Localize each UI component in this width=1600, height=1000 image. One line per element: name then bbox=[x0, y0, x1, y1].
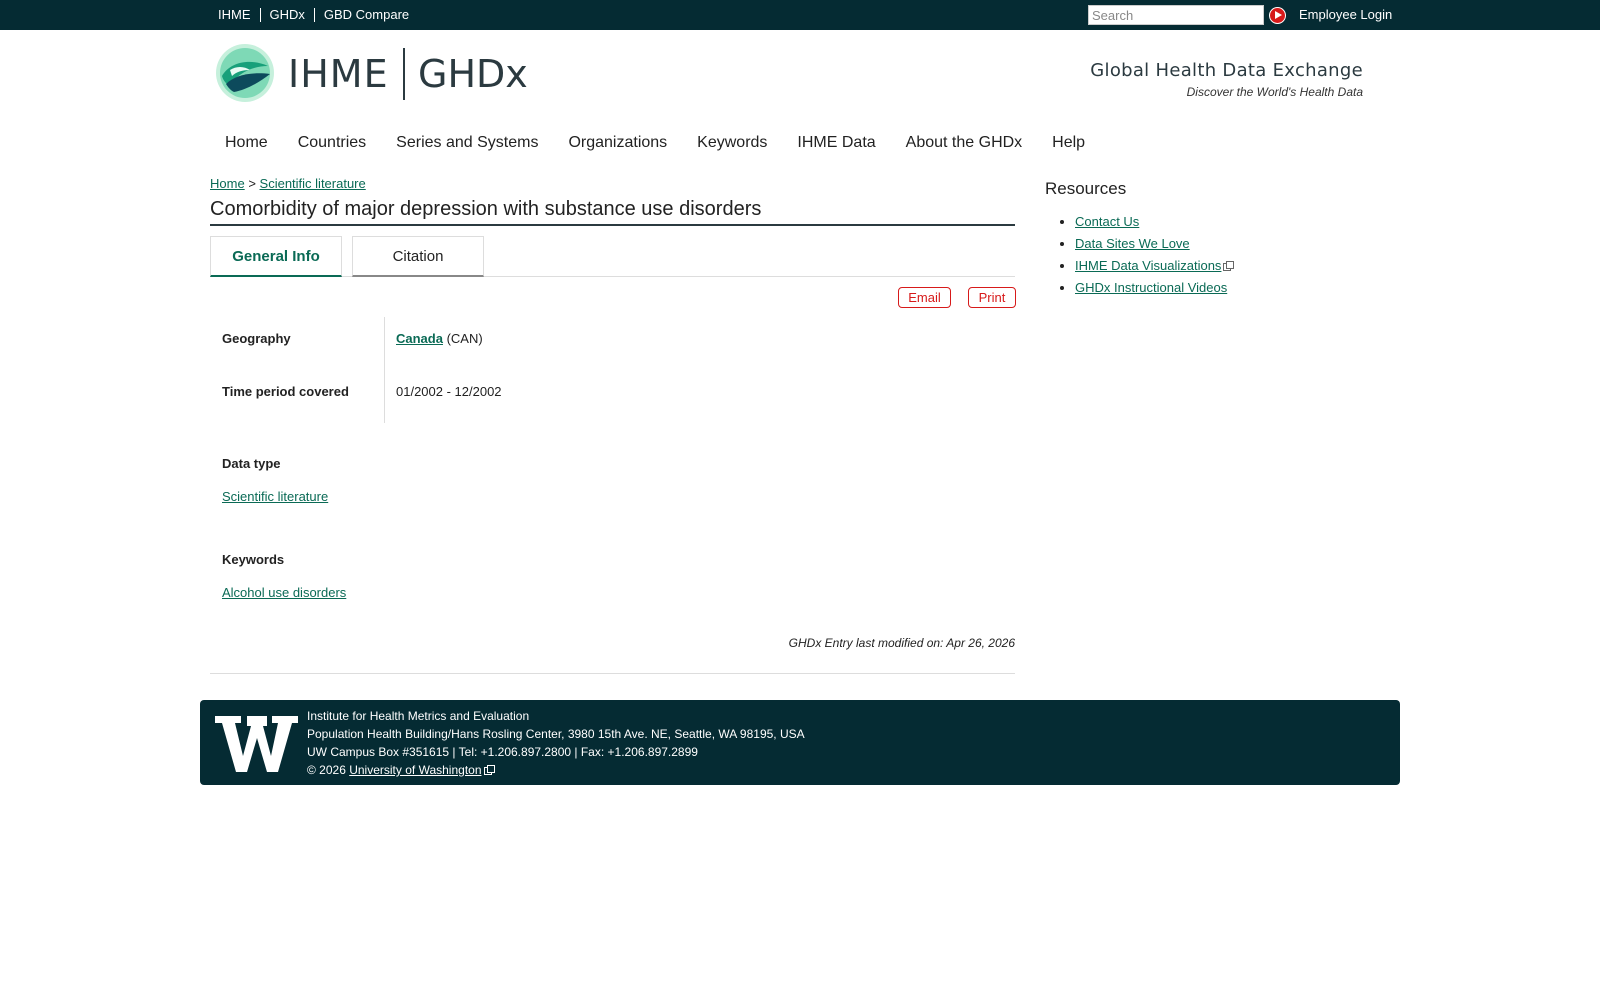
record-tabs: General Info Citation bbox=[210, 236, 1015, 277]
top-links: IHME GHDx GBD Compare bbox=[218, 7, 409, 22]
list-item: Contact Us bbox=[1075, 214, 1233, 229]
logo-ihme-text[interactable]: IHME bbox=[288, 52, 389, 96]
geography-label: Geography bbox=[222, 331, 291, 346]
table-row: Time period covered 01/2002 - 12/2002 bbox=[222, 370, 1012, 423]
last-modified-text: GHDx Entry last modified on: Apr 26, 202… bbox=[788, 636, 1015, 650]
logo-ghdx-text[interactable]: GHDx bbox=[418, 52, 528, 96]
nav-item-series-and-systems[interactable]: Series and Systems bbox=[396, 134, 538, 152]
nav-item-organizations[interactable]: Organizations bbox=[568, 134, 667, 152]
content-divider bbox=[210, 673, 1015, 674]
play-arrow-icon bbox=[1270, 8, 1285, 23]
keywords-label: Keywords bbox=[222, 552, 285, 567]
nav-item-about-ghdx[interactable]: About the GHDx bbox=[906, 134, 1023, 152]
breadcrumb-separator: > bbox=[248, 176, 256, 191]
footer-line-address: Population Health Building/Hans Rosling … bbox=[307, 727, 805, 741]
footer-line-copyright: © 2026 University of Washington bbox=[307, 761, 805, 779]
resource-link-contact-us[interactable]: Contact Us bbox=[1075, 214, 1139, 229]
site-tagline-title: Global Health Data Exchange bbox=[1090, 60, 1363, 81]
footer-line-institute: Institute for Health Metrics and Evaluat… bbox=[307, 709, 530, 723]
top-link-separator bbox=[259, 7, 261, 22]
resources-list: Contact Us Data Sites We Love IHME Data … bbox=[1075, 214, 1235, 302]
nav-item-keywords[interactable]: Keywords bbox=[697, 134, 767, 152]
data-type-link[interactable]: Scientific literature bbox=[222, 489, 328, 504]
geography-code: (CAN) bbox=[446, 331, 483, 346]
breadcrumb: Home > Scientific literature bbox=[210, 176, 366, 191]
main-nav: Home Countries Series and Systems Organi… bbox=[225, 134, 1115, 152]
uw-w-logo-icon[interactable] bbox=[215, 716, 298, 772]
data-type-label: Data type bbox=[222, 456, 281, 471]
breadcrumb-current[interactable]: Scientific literature bbox=[260, 176, 366, 191]
copyright-text: © 2026 bbox=[307, 763, 346, 777]
footer-line-contact: UW Campus Box #351615 | Tel: +1.206.897.… bbox=[307, 745, 698, 759]
top-link-ihme[interactable]: IHME bbox=[218, 7, 251, 22]
uw-link[interactable]: University of Washington bbox=[349, 763, 481, 777]
print-button[interactable]: Print bbox=[968, 287, 1016, 308]
keyword-link[interactable]: Alcohol use disorders bbox=[222, 585, 346, 600]
footer: Institute for Health Metrics and Evaluat… bbox=[200, 700, 1400, 785]
time-period-label: Time period covered bbox=[222, 384, 349, 399]
resource-link-ihme-viz[interactable]: IHME Data Visualizations bbox=[1075, 258, 1221, 273]
tab-general-info[interactable]: General Info bbox=[210, 236, 342, 277]
time-period-value: 01/2002 - 12/2002 bbox=[396, 384, 502, 399]
resource-link-videos[interactable]: GHDx Instructional Videos bbox=[1075, 280, 1227, 295]
search-input[interactable] bbox=[1088, 5, 1264, 25]
search-submit-button[interactable] bbox=[1269, 7, 1286, 24]
list-item: GHDx Instructional Videos bbox=[1075, 280, 1233, 295]
site-tagline-subtitle: Discover the World's Health Data bbox=[1186, 85, 1363, 99]
tab-citation[interactable]: Citation bbox=[352, 236, 484, 277]
nav-item-countries[interactable]: Countries bbox=[298, 134, 366, 152]
top-link-gbd-compare[interactable]: GBD Compare bbox=[324, 7, 409, 22]
breadcrumb-home[interactable]: Home bbox=[210, 176, 245, 191]
nav-item-help[interactable]: Help bbox=[1052, 134, 1085, 152]
top-link-separator bbox=[313, 7, 315, 22]
nav-item-ihme-data[interactable]: IHME Data bbox=[797, 134, 875, 152]
table-row: Geography Canada (CAN) bbox=[222, 317, 1012, 370]
external-link-icon bbox=[483, 765, 495, 775]
resource-link-data-sites[interactable]: Data Sites We Love bbox=[1075, 236, 1190, 251]
list-item: IHME Data Visualizations bbox=[1075, 258, 1235, 273]
external-link-icon bbox=[1223, 261, 1235, 271]
geography-value: Canada (CAN) bbox=[396, 331, 483, 346]
employee-login-link[interactable]: Employee Login bbox=[1299, 7, 1392, 22]
logo-divider bbox=[403, 48, 405, 100]
top-bar: IHME GHDx GBD Compare Employee Login bbox=[0, 0, 1600, 30]
ihme-logo-icon[interactable] bbox=[216, 44, 274, 102]
top-link-ghdx[interactable]: GHDx bbox=[270, 7, 305, 22]
nav-item-home[interactable]: Home bbox=[225, 134, 268, 152]
footer-address: Institute for Health Metrics and Evaluat… bbox=[307, 707, 805, 779]
email-button[interactable]: Email bbox=[898, 287, 951, 308]
list-item: Data Sites We Love bbox=[1075, 236, 1233, 251]
info-table: Geography Canada (CAN) Time period cover… bbox=[222, 317, 1012, 423]
page-title: Comorbidity of major depression with sub… bbox=[210, 198, 1015, 226]
geography-link[interactable]: Canada bbox=[396, 331, 443, 346]
resources-title: Resources bbox=[1045, 179, 1127, 198]
